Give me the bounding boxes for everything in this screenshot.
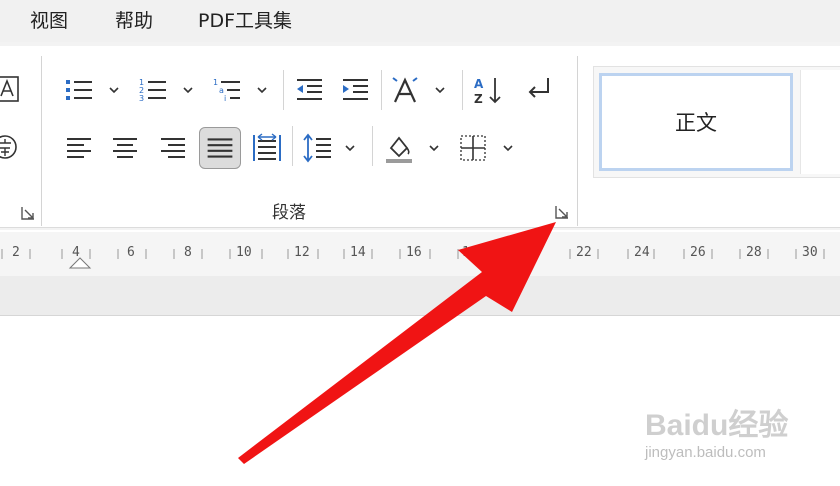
show-marks-icon[interactable] <box>522 72 556 108</box>
line-spacing-chevron-icon[interactable] <box>344 143 356 153</box>
ruler-label: 10 <box>236 245 252 260</box>
ruler-label: 4 <box>72 245 80 260</box>
svg-text:3: 3 <box>139 94 144 103</box>
svg-text:A: A <box>474 77 484 91</box>
paragraph-launcher-icon[interactable] <box>554 204 570 220</box>
borders-chevron-icon[interactable] <box>502 143 514 153</box>
menu-view[interactable]: 视图 <box>30 6 68 33</box>
menu-bar: 视图 帮助 PDF工具集 <box>0 0 840 42</box>
ruler-label: 6 <box>127 245 135 260</box>
ruler-label: 8 <box>184 245 192 260</box>
increase-indent-icon[interactable] <box>338 72 372 108</box>
group-separator <box>292 126 293 166</box>
group-separator <box>283 70 284 110</box>
font-color-icon[interactable] <box>0 72 22 106</box>
align-center-icon[interactable] <box>108 130 142 166</box>
chinese-layout-icon[interactable] <box>388 72 422 108</box>
ruler-label: 16 <box>406 245 422 260</box>
ruler-label: 28 <box>746 245 762 260</box>
ruler-label: 20 <box>520 245 536 260</box>
menu-pdf-tools[interactable]: PDF工具集 <box>198 6 292 33</box>
align-left-icon[interactable] <box>62 130 96 166</box>
chinese-layout-chevron-icon[interactable] <box>434 85 446 95</box>
group-separator <box>41 56 42 226</box>
ruler-bottom-band <box>0 276 840 316</box>
borders-icon[interactable] <box>456 130 490 166</box>
menu-help[interactable]: 帮助 <box>115 6 153 33</box>
svg-text:i: i <box>224 94 226 103</box>
shading-chevron-icon[interactable] <box>428 143 440 153</box>
ruler-label: 24 <box>634 245 650 260</box>
bullets-icon[interactable] <box>62 72 96 108</box>
align-right-icon[interactable] <box>156 130 190 166</box>
style-next-card[interactable] <box>800 70 840 174</box>
group-separator <box>577 56 578 226</box>
ruler-label: 12 <box>294 245 310 260</box>
numbering-icon[interactable]: 123 <box>136 72 170 108</box>
style-normal-label: 正文 <box>675 111 717 135</box>
shading-icon[interactable] <box>382 130 416 166</box>
svg-text:1: 1 <box>213 78 218 87</box>
multilevel-dropdown-chevron-icon[interactable] <box>256 85 268 95</box>
sort-icon[interactable]: AZ <box>470 72 504 108</box>
font-launcher-icon[interactable] <box>20 205 36 221</box>
phonetic-guide-icon[interactable] <box>0 130 22 164</box>
distributed-icon[interactable] <box>250 130 284 166</box>
ruler-label: 14 <box>350 245 366 260</box>
bullets-dropdown-chevron-icon[interactable] <box>108 85 120 95</box>
multilevel-list-icon[interactable]: 1ai <box>210 72 244 108</box>
baidu-jingyan-watermark: Baidu经验 jingyan.baidu.com <box>645 400 805 470</box>
watermark-url: jingyan.baidu.com <box>645 444 766 461</box>
paragraph-group-label: 段落 <box>272 203 306 223</box>
group-separator <box>462 70 463 110</box>
decrease-indent-icon[interactable] <box>292 72 326 108</box>
style-normal-card[interactable]: 正文 <box>599 73 793 171</box>
watermark-logo: Baidu经验 <box>645 409 789 442</box>
line-spacing-icon[interactable] <box>300 130 334 166</box>
group-separator <box>372 126 373 166</box>
ruler-label: 2 <box>12 245 20 260</box>
numbering-dropdown-chevron-icon[interactable] <box>182 85 194 95</box>
ruler-label: 26 <box>690 245 706 260</box>
justify-icon[interactable] <box>199 127 241 169</box>
svg-text:Z: Z <box>474 92 483 106</box>
group-separator <box>381 70 382 110</box>
horizontal-ruler[interactable]: 2 4 6 8 10 12 14 16 18 20 22 24 26 28 30 <box>0 232 840 276</box>
ruler-label: 22 <box>576 245 592 260</box>
ruler-label: 30 <box>802 245 818 260</box>
ruler-label: 18 <box>462 245 478 260</box>
